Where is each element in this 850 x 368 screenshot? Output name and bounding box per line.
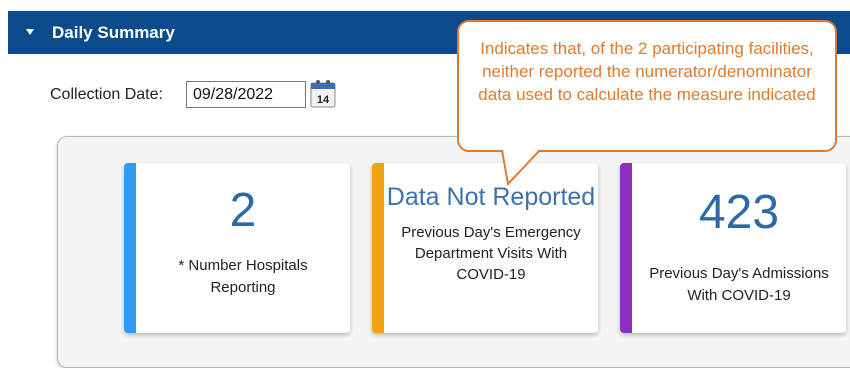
collection-date-label: Collection Date: <box>50 86 163 103</box>
callout-annotation: Indicates that, of the 2 participating f… <box>457 20 837 152</box>
card-ed-visits-covid: Data Not Reported Previous Day's Emergen… <box>372 163 598 333</box>
card-description: Previous Day's Emergency Department Visi… <box>401 224 581 283</box>
card-value: 423 <box>698 186 780 239</box>
callout-pointer <box>501 148 541 187</box>
calendar-day-text: 14 <box>317 94 330 106</box>
card-accent-bar <box>620 163 632 333</box>
card-accent-bar <box>372 163 384 333</box>
card-description: * Number Hospitals Reporting <box>178 257 308 296</box>
callout-text: Indicates that, of the 2 participating f… <box>478 39 816 104</box>
collection-date-input[interactable] <box>186 81 306 108</box>
card-description: Previous Day's Admissions With COVID-19 <box>649 265 829 304</box>
card-hospitals-reporting: 2 * Number Hospitals Reporting <box>124 163 350 333</box>
card-value: Data Not Reported <box>386 183 596 211</box>
card-admissions-covid: 423 Previous Day's Admissions With COVID… <box>620 163 846 333</box>
card-value: 2 <box>229 184 257 237</box>
section-title: Daily Summary <box>52 23 175 42</box>
caret-down-icon[interactable] <box>26 29 34 35</box>
card-accent-bar <box>124 163 136 333</box>
calendar-icon[interactable]: 14 <box>308 77 338 109</box>
